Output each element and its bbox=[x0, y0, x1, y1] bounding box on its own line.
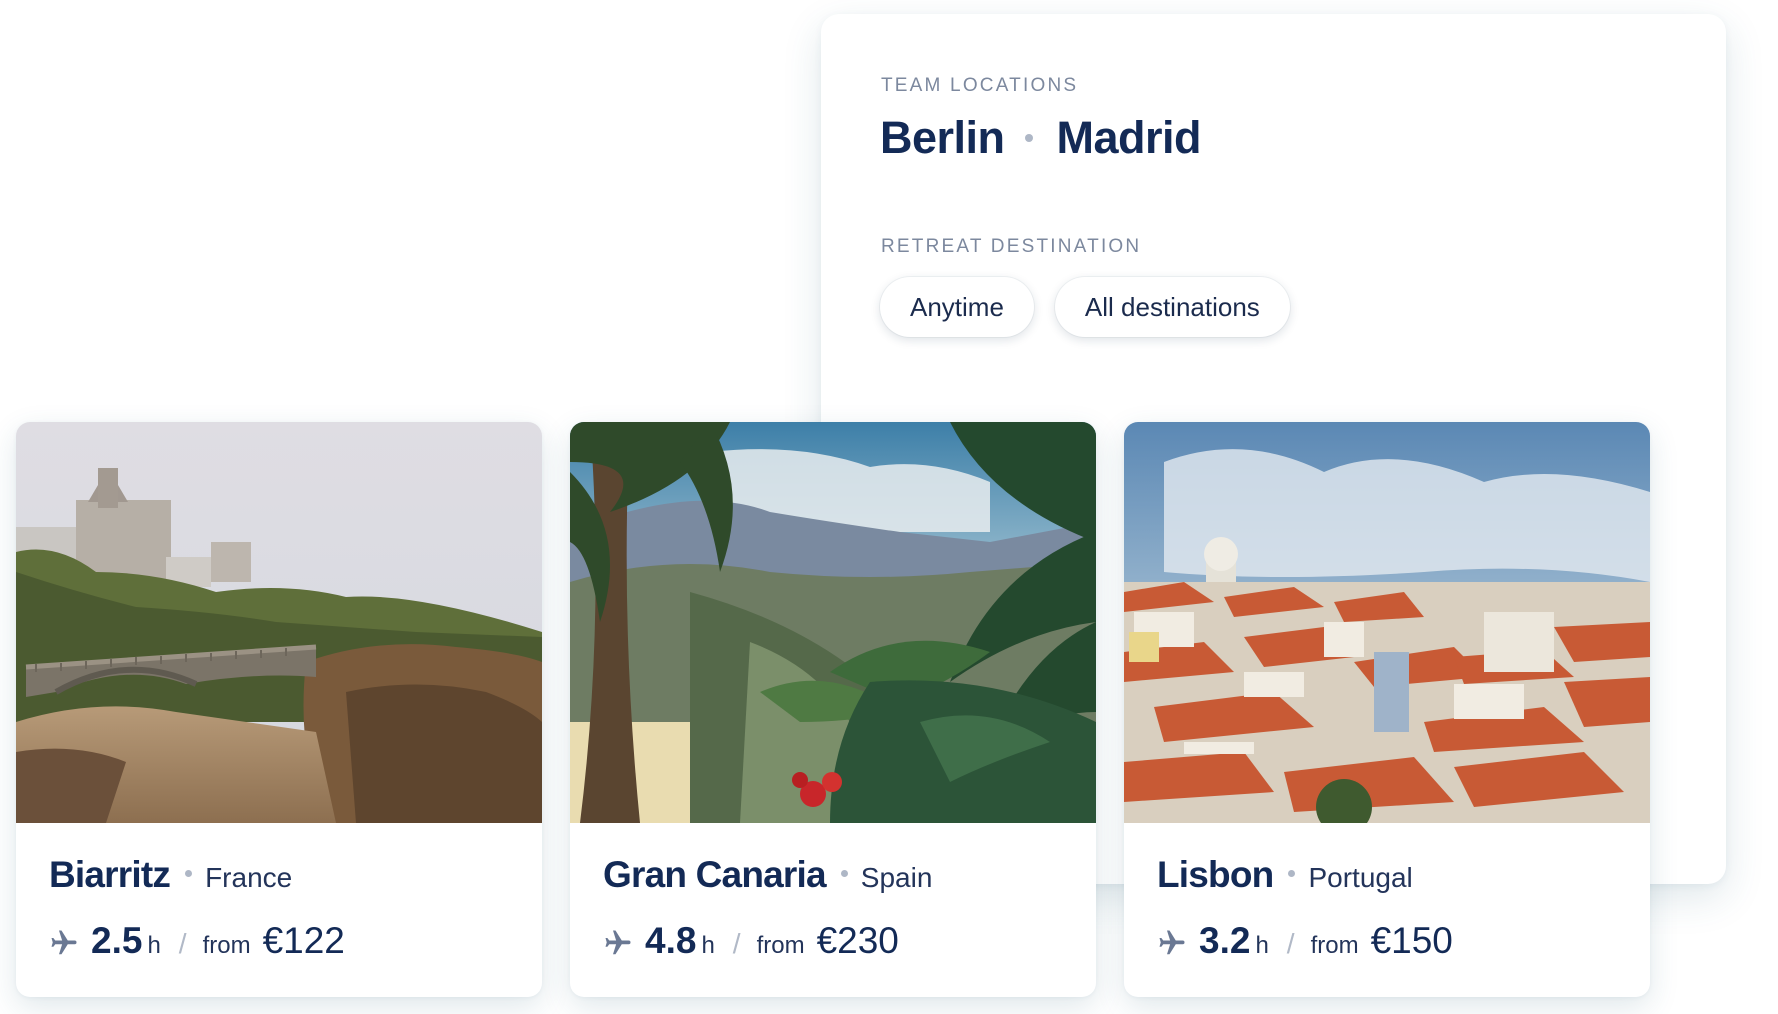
destination-card-biarritz[interactable]: Biarritz France 2.5 h / from €122 bbox=[16, 422, 542, 997]
destination-title-row: Lisbon Portugal bbox=[1157, 854, 1630, 896]
destination-meta: 2.5 h / from €122 bbox=[49, 920, 522, 962]
lisbon-photo bbox=[1124, 422, 1650, 823]
price: €122 bbox=[262, 920, 345, 961]
separator-dot bbox=[1024, 134, 1033, 142]
retreat-finder: TEAM LOCATIONS Berlin Madrid RETREAT DES… bbox=[0, 0, 1778, 1014]
destination-country: Spain bbox=[860, 862, 933, 893]
slash-divider: / bbox=[732, 928, 741, 959]
destination-title-row: Gran Canaria Spain bbox=[603, 854, 1076, 896]
plane-icon bbox=[51, 930, 77, 955]
retreat-destination-label: RETREAT DESTINATION bbox=[881, 236, 1142, 257]
plane-icon bbox=[1159, 930, 1185, 955]
slash-divider: / bbox=[1286, 928, 1295, 959]
team-locations-label: TEAM LOCATIONS bbox=[881, 75, 1079, 96]
destination-info: Gran Canaria Spain 4.8 h / from €230 bbox=[603, 854, 1076, 962]
destination-card-gran-canaria[interactable]: Gran Canaria Spain 4.8 h / from €230 bbox=[570, 422, 1096, 997]
flight-hours: 2.5 bbox=[91, 920, 143, 961]
hours-unit: h bbox=[147, 932, 161, 959]
destination-card-lisbon[interactable]: Lisbon Portugal 3.2 h / from €150 bbox=[1124, 422, 1650, 997]
flight-hours: 4.8 bbox=[645, 920, 697, 961]
all-destinations-filter-button[interactable]: All destinations bbox=[1054, 277, 1290, 337]
destination-info: Lisbon Portugal 3.2 h / from €150 bbox=[1157, 854, 1630, 962]
destination-country: Portugal bbox=[1308, 862, 1413, 893]
filter-chips: Anytime All destinations bbox=[880, 277, 1290, 337]
team-cities: Berlin Madrid bbox=[880, 112, 1202, 164]
destination-meta: 4.8 h / from €230 bbox=[603, 920, 1076, 962]
city-madrid[interactable]: Madrid bbox=[1057, 112, 1202, 164]
destination-name: Gran Canaria bbox=[603, 854, 827, 895]
flight-hours: 3.2 bbox=[1199, 920, 1251, 961]
slash-divider: / bbox=[178, 928, 187, 959]
price: €230 bbox=[816, 920, 899, 961]
plane-icon bbox=[605, 930, 631, 955]
destination-info: Biarritz France 2.5 h / from €122 bbox=[49, 854, 522, 962]
destination-meta: 3.2 h / from €150 bbox=[1157, 920, 1630, 962]
anytime-filter-button[interactable]: Anytime bbox=[880, 277, 1034, 337]
gran-canaria-photo bbox=[570, 422, 1096, 823]
destination-country: France bbox=[205, 862, 293, 893]
destination-name: Biarritz bbox=[49, 854, 171, 895]
city-berlin[interactable]: Berlin bbox=[880, 112, 1005, 164]
hours-unit: h bbox=[701, 932, 715, 959]
biarritz-photo bbox=[16, 422, 542, 823]
hours-unit: h bbox=[1255, 932, 1269, 959]
from-label: from bbox=[756, 932, 805, 959]
from-label: from bbox=[202, 932, 251, 959]
separator-dot bbox=[185, 870, 193, 877]
separator-dot bbox=[1288, 870, 1296, 877]
separator-dot bbox=[840, 870, 848, 877]
destination-name: Lisbon bbox=[1157, 854, 1274, 895]
destination-title-row: Biarritz France bbox=[49, 854, 522, 896]
from-label: from bbox=[1310, 932, 1359, 959]
price: €150 bbox=[1370, 920, 1453, 961]
